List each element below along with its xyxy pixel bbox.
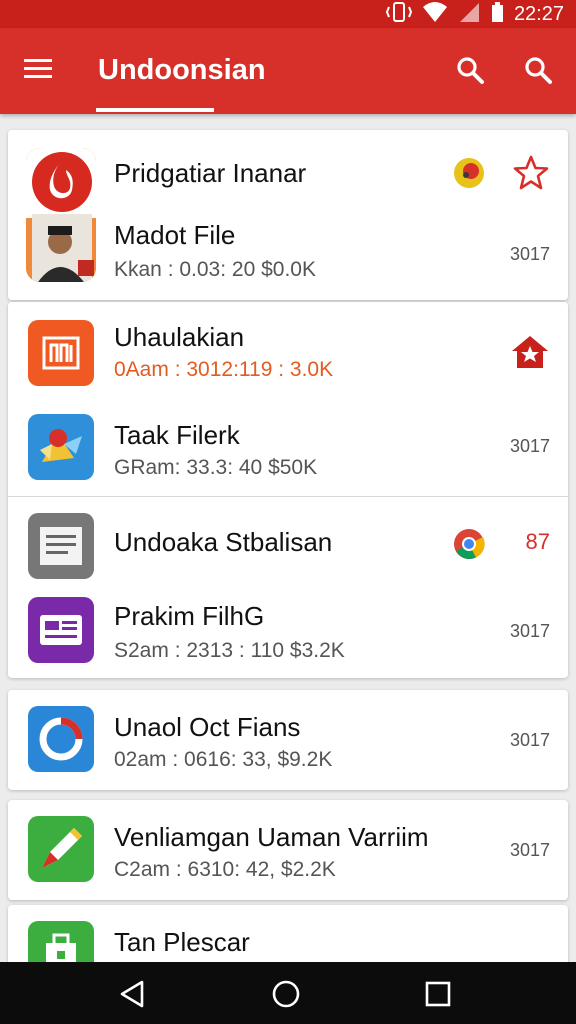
list-item[interactable]: Taak Filerk GRam: 33.3: 40 $50K 3017 [8,400,568,496]
list-item-title: Unaol Oct Fians [114,712,301,742]
status-icons: 22:27 [385,1,564,28]
home-icon[interactable] [270,978,302,1010]
chrome-icon [452,527,486,566]
list-item-meta: 3017 [509,244,550,264]
list-card: Venliamgan Uaman Varriim C2am : 6310: 42… [8,800,568,900]
app-icon [28,320,94,386]
badge-icon [452,156,486,195]
app-bar: Undoonsian [0,28,576,114]
status-time: 22:27 [513,2,564,25]
list-item[interactable]: Unaol Oct Fians 02am : 0616: 33, $9.2K 3… [8,690,568,790]
list-item-title: Tan Plescar [114,927,250,957]
back-icon[interactable] [116,978,148,1010]
status-bar: 22:27 [0,0,576,28]
list-item-subtitle: C2am : 6310: 42, $2.2K [114,858,336,881]
document-icon [28,513,94,579]
list-item-subtitle: 0Aam : 3012:119 : 3.0K [114,358,334,381]
star-icon[interactable] [512,154,550,197]
list-item-subtitle: S2am : 2313 : 110 $3.2K [114,639,345,662]
list-item[interactable]: Prakim FilhG S2am : 2313 : 110 $3.2K 301… [8,587,568,678]
list-item-title: Uhaulakian [114,322,245,352]
list-item-subtitle: GRam: 33.3: 40 $50K [114,456,318,479]
list-item-subtitle: Kkan : 0.03: 20 $0.0K [114,258,316,281]
page-title: Undoonsian [98,54,266,86]
list-card: Unaol Oct Fians 02am : 0616: 33, $9.2K 3… [8,690,568,790]
home-badge-icon[interactable] [510,334,550,375]
bird-icon [28,414,94,480]
list-item-title: Undoaka Stbalisan [114,527,333,557]
list-item[interactable]: Undoaka Stbalisan 87 [8,497,568,587]
list-item-meta: 3017 [509,730,550,750]
list-item-meta: 3017 [509,621,550,641]
search-icon[interactable] [522,54,558,90]
ring-icon [28,706,94,772]
battery-icon [490,1,504,28]
list-item[interactable]: Madot File Kkan : 0.03: 20 $0.0K 3017 [8,210,568,300]
list-card: Uhaulakian 0Aam : 3012:119 : 3.0K Taak F… [8,302,568,678]
list-item-meta: 3017 [509,436,550,456]
list-item[interactable]: Venliamgan Uaman Varriim C2am : 6310: 42… [8,800,568,900]
list-item-title: Venliamgan Uaman Varriim [114,822,429,852]
menu-icon[interactable] [22,56,62,86]
list-item-title: Pridgatiar Inanar [114,158,307,188]
list-item-title: Prakim FilhG [114,601,265,631]
list-item-subtitle: 02am : 0616: 33, $9.2K [114,748,333,771]
recents-icon[interactable] [422,978,454,1010]
list-item[interactable]: Uhaulakian 0Aam : 3012:119 : 3.0K [8,302,568,400]
vibrate-icon [385,1,413,28]
list-item-title: Taak Filerk [114,420,240,450]
pencil-icon [28,816,94,882]
wifi-icon [422,1,448,28]
title-underline [96,108,214,112]
list-item-meta: 3017 [509,840,550,860]
list-item-title: Madot File [114,220,236,250]
list-item-meta: 87 [525,529,550,554]
list-card: Pridgatiar Inanar Madot File Kkan : 0.03… [8,130,568,300]
signal-icon [458,1,480,28]
navigation-bar [0,962,576,1024]
search-icon[interactable] [454,54,490,90]
card-icon [28,597,94,663]
